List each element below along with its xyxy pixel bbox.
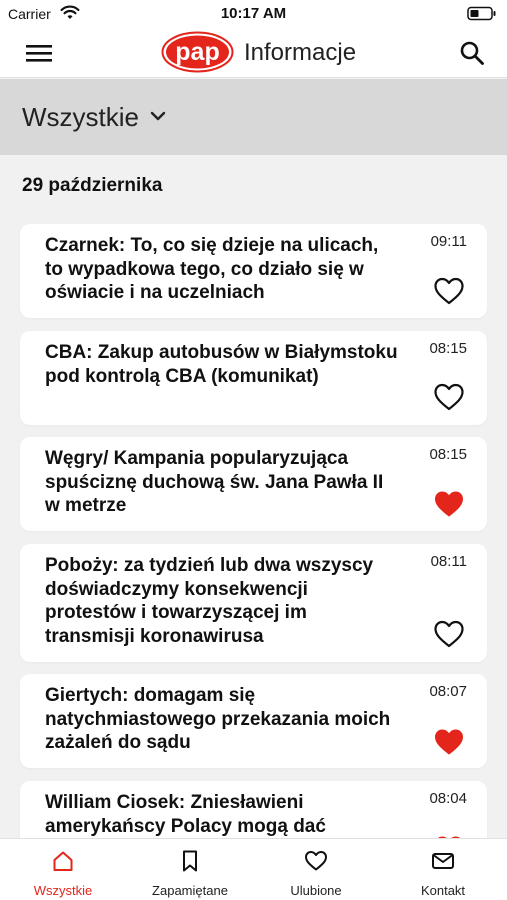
article-card[interactable]: Węgry/ Kampania popularyzująca spuściznę… <box>20 437 487 531</box>
home-icon <box>53 851 73 871</box>
status-bar: Carrier 10:17 AM <box>0 0 507 28</box>
article-time: 08:04 <box>429 790 467 807</box>
tab-label: Kontakt <box>420 883 466 898</box>
article-title[interactable]: William Ciosek: Zniesławieni amerykańscy… <box>45 791 400 838</box>
heart-outline-icon[interactable] <box>433 276 465 306</box>
article-card[interactable]: Pobożу: za tydzień lub dwa wszyscy doświ… <box>20 544 487 662</box>
article-time: 09:11 <box>430 233 467 250</box>
heart-outline-icon[interactable] <box>433 382 465 412</box>
search-icon[interactable] <box>459 40 485 66</box>
article-title[interactable]: CBA: Zakup autobusów w Białymstoku pod k… <box>45 341 400 388</box>
article-card[interactable]: William Ciosek: Zniesławieni amerykańscy… <box>20 781 487 838</box>
battery-icon <box>467 6 496 21</box>
article-card[interactable]: Czarnek: To, co się dzieje na ulicach, t… <box>20 224 487 318</box>
pap-logo: pap <box>161 31 234 73</box>
article-title[interactable]: Węgry/ Kampania popularyzująca spuściznę… <box>45 447 400 518</box>
tab-wszystkie[interactable]: Wszystkie <box>0 839 126 900</box>
heart-filled-icon[interactable] <box>433 727 465 757</box>
article-time: 08:15 <box>429 340 467 357</box>
tab-kontakt[interactable]: Kontakt <box>380 839 506 900</box>
tab-label: Zapamiętane <box>152 883 228 898</box>
article-card[interactable]: Giertych: domagam się natychmiastowego p… <box>20 674 487 768</box>
date-heading: 29 października <box>22 175 163 196</box>
app-title: Informacje <box>244 39 357 66</box>
heart-filled-icon[interactable] <box>433 489 465 519</box>
article-time: 08:07 <box>429 683 467 700</box>
filter-label[interactable]: Wszystkie <box>22 102 139 133</box>
tab-label: Ulubione <box>290 883 342 898</box>
heart-outline-icon[interactable] <box>433 619 465 649</box>
mail-icon <box>432 853 454 869</box>
article-title[interactable]: Pobożу: za tydzień lub dwa wszyscy doświ… <box>45 554 400 648</box>
article-title[interactable]: Czarnek: To, co się dzieje na ulicach, t… <box>45 234 400 305</box>
logo-text: pap <box>175 38 219 66</box>
article-time: 08:15 <box>429 446 467 463</box>
article-card[interactable]: CBA: Zakup autobusów w Białymstoku pod k… <box>20 331 487 425</box>
status-time: 10:17 AM <box>220 5 287 22</box>
tab-zapamietane[interactable]: Zapamiętane <box>127 839 253 900</box>
tab-ulubione[interactable]: Ulubione <box>253 839 379 900</box>
bottom-tab-bar: Wszystkie Zapamiętane Ulubione Kontakt <box>0 838 507 900</box>
category-filter[interactable]: Wszystkie <box>0 79 507 155</box>
bookmark-icon <box>183 850 197 872</box>
chevron-down-icon[interactable] <box>150 110 166 122</box>
article-title[interactable]: Giertych: domagam się natychmiastowego p… <box>45 684 400 755</box>
article-time: 08:11 <box>430 553 467 570</box>
app-header: pap Informacje <box>0 28 507 78</box>
menu-icon[interactable] <box>26 42 54 64</box>
tab-label: Wszystkie <box>33 883 93 898</box>
heart-icon <box>305 851 327 871</box>
